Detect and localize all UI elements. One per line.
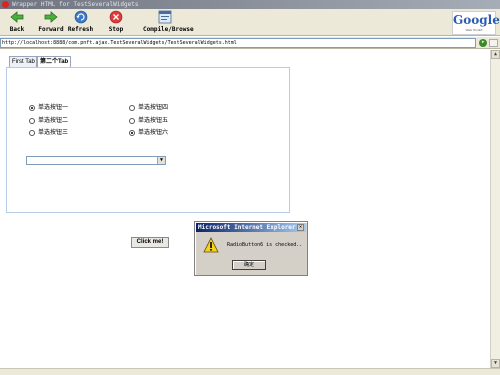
google-logo-text: Google: [453, 13, 500, 27]
forward-button[interactable]: Forward: [38, 10, 64, 35]
radio-1-label: 单选按钮一: [38, 104, 69, 111]
compile-browse-button[interactable]: Compile/Browse: [143, 10, 194, 35]
vertical-scrollbar[interactable]: ▲ ▼: [490, 50, 500, 368]
close-icon[interactable]: ✕: [297, 224, 304, 231]
address-bar: http://localhost:8888/com.pnft.ajax.Test…: [0, 37, 500, 49]
radio-3-indicator[interactable]: [29, 130, 35, 136]
alert-dialog: Microsoft Internet Explorer ✕ RadioButto…: [194, 221, 308, 276]
scroll-down-icon[interactable]: ▼: [491, 359, 500, 368]
page-content: First Tab 第二个Tab 单选按钮一 单选按钮二 单选按钮三 单选按钮四…: [0, 50, 490, 368]
dialog-message: RadioButton6 is checked..: [227, 242, 303, 248]
compile-browse-icon: [158, 10, 172, 24]
radio-4-label: 单选按钮四: [138, 104, 169, 111]
back-label: Back: [9, 26, 25, 33]
warning-icon: [203, 237, 219, 253]
radio-3-label: 单选按钮三: [38, 129, 69, 136]
google-logo-tagline: Web Toolkit: [465, 28, 483, 32]
chevron-down-icon[interactable]: ▼: [157, 157, 165, 164]
radio-1-indicator[interactable]: [29, 105, 35, 111]
compile-browse-label: Compile/Browse: [143, 26, 194, 33]
refresh-button[interactable]: Refresh: [67, 10, 94, 35]
click-me-button[interactable]: Click me!: [131, 237, 169, 248]
stop-icon: [109, 10, 123, 24]
radio-6-indicator[interactable]: [129, 130, 135, 136]
tab-first[interactable]: First Tab: [9, 56, 37, 67]
refresh-icon: [74, 10, 87, 24]
google-web-toolkit-logo: Google Web Toolkit: [452, 11, 500, 35]
address-input[interactable]: http://localhost:8888/com.pnft.ajax.Test…: [0, 38, 476, 48]
forward-label: Forward: [38, 26, 64, 33]
dialog-title: Microsoft Internet Explorer: [198, 224, 296, 231]
dialog-ok-button[interactable]: 确定: [232, 260, 266, 270]
radio-2-label: 单选按钮二: [38, 117, 69, 124]
back-arrow-icon: [10, 11, 24, 23]
stop-label: Stop: [108, 26, 124, 33]
dropdown-select[interactable]: ▼: [26, 156, 166, 165]
go-icon[interactable]: ➤: [479, 39, 487, 47]
window-title-bar: Wrapper HTML for TestSeveralWidgets: [0, 0, 500, 9]
radio-2-indicator[interactable]: [29, 118, 35, 124]
address-bar-extra-button[interactable]: [489, 39, 498, 47]
back-button[interactable]: Back: [8, 10, 26, 35]
tab-panel: 单选按钮一 单选按钮二 单选按钮三 单选按钮四 单选按钮五 单选按钮六 ▼: [6, 67, 290, 213]
radio-5-indicator[interactable]: [129, 118, 135, 124]
stop-button[interactable]: Stop: [106, 10, 126, 35]
dialog-title-bar: Microsoft Internet Explorer ✕: [196, 223, 306, 232]
status-bar: [0, 368, 500, 375]
app-icon: [2, 1, 9, 8]
tab-second[interactable]: 第二个Tab: [37, 56, 71, 67]
radio-4-indicator[interactable]: [129, 105, 135, 111]
window-title: Wrapper HTML for TestSeveralWidgets: [12, 1, 139, 8]
refresh-label: Refresh: [67, 26, 94, 33]
toolbar: Back Forward Refresh Stop Compile/Browse: [0, 9, 500, 36]
radio-6-label: 单选按钮六: [138, 129, 169, 136]
forward-arrow-icon: [44, 11, 58, 23]
scroll-up-icon[interactable]: ▲: [491, 50, 500, 59]
radio-5-label: 单选按钮五: [138, 117, 169, 124]
